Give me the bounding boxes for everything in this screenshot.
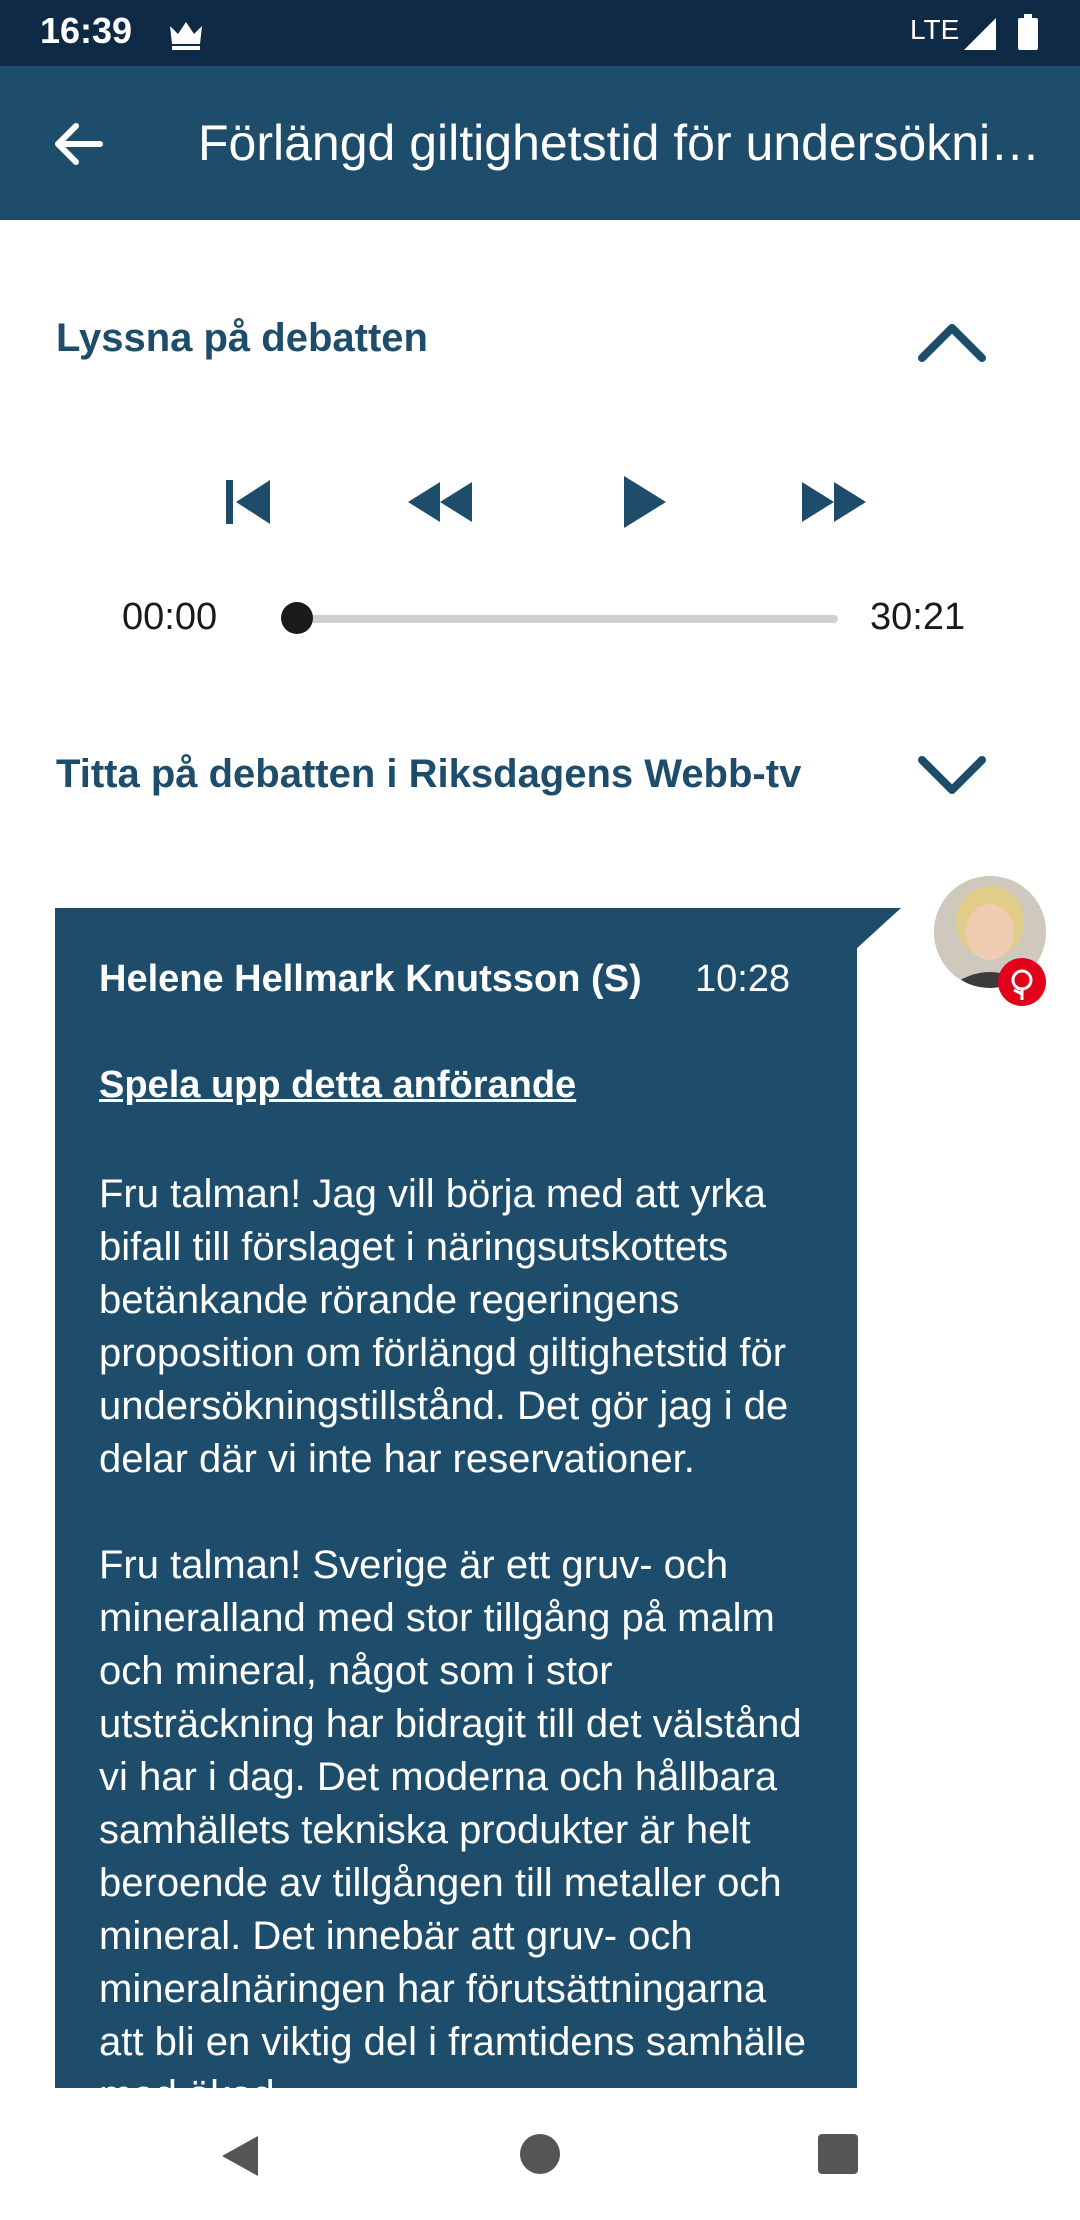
speech-bubble: Helene Hellmark Knutsson (S) 10:28 Spela…	[55, 908, 857, 2088]
fast-forward-icon[interactable]	[798, 466, 870, 538]
network-type: LTE	[910, 14, 960, 45]
progress-track[interactable]	[296, 615, 838, 623]
nav-recents-icon[interactable]	[818, 2134, 858, 2174]
party-rose-icon	[998, 958, 1046, 1006]
speaker-name: Helene Hellmark Knutsson (S)	[99, 958, 642, 1000]
speech-text: Fru talman! Jag vill börja med att yrka …	[99, 1168, 819, 2088]
speech-time: 10:28	[695, 958, 791, 1000]
speech-bubble-tail	[855, 908, 901, 950]
battery-icon	[1018, 14, 1038, 50]
progress-thumb[interactable]	[281, 602, 313, 634]
signal-icon	[964, 18, 996, 50]
nav-home-icon[interactable]	[520, 2134, 560, 2174]
speech-paragraph: Fru talman! Jag vill börja med att yrka …	[99, 1172, 789, 1481]
speech-paragraph: Fru talman! Sverige är ett gruv- och min…	[99, 1543, 806, 2088]
status-bar: 16:39 LTE	[0, 0, 1080, 66]
current-time: 00:00	[122, 596, 218, 638]
listen-section-heading[interactable]: Lyssna på debatten	[56, 316, 428, 361]
play-speech-link[interactable]: Spela upp detta anförande	[99, 1064, 576, 1107]
back-arrow-icon[interactable]	[40, 106, 116, 182]
play-icon[interactable]	[606, 466, 678, 538]
app-bar: Förlängd giltighetstid för undersöknings…	[0, 66, 1080, 220]
page-title: Förlängd giltighetstid för undersöknings…	[198, 115, 1058, 171]
nav-back-icon[interactable]	[218, 2132, 262, 2180]
status-time: 16:39	[40, 10, 133, 51]
skip-previous-icon[interactable]	[212, 466, 284, 538]
chevron-up-icon[interactable]	[916, 318, 988, 366]
system-nav-bar	[0, 2088, 1080, 2220]
chevron-down-icon[interactable]	[916, 752, 988, 800]
total-time: 30:21	[870, 596, 966, 638]
crown-icon	[170, 22, 202, 50]
watch-section-heading[interactable]: Titta på debatten i Riksdagens Webb-tv	[56, 752, 801, 797]
rewind-icon[interactable]	[404, 466, 476, 538]
